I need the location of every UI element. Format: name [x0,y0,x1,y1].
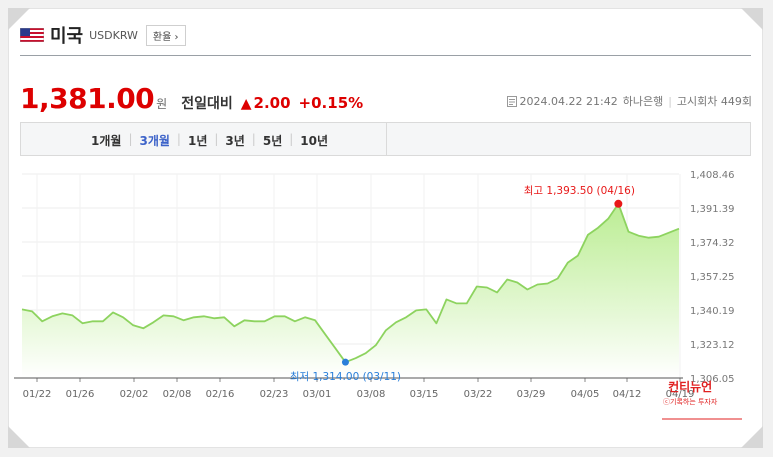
min-point [341,358,349,366]
x-tick-label: 03/22 [464,389,493,400]
y-tick-label: 1,323.12 [690,340,735,351]
y-tick-label: 1,408.46 [690,170,735,181]
price-area [22,203,679,378]
x-tick-label: 03/01 [303,389,332,400]
watermark: 컨티뉴언 ⓒ기록하는 투자자 [663,378,717,407]
x-tick-label: 01/26 [66,389,95,400]
x-tick-label: 04/05 [571,389,600,400]
min-label: 최저 1,314.00 (03/11) [290,371,401,383]
y-tick-label: 1,374.32 [690,238,735,249]
y-tick-label: 1,391.39 [690,204,735,215]
watermark-caption: ⓒ기록하는 투자자 [663,398,718,406]
x-tick-label: 03/29 [517,389,546,400]
exchange-rate-chart: 1,408.46 1,391.39 1,374.32 1,357.25 1,340.19… [14,170,742,420]
x-tick-label: 02/16 [206,389,235,400]
x-tick-label: 03/08 [357,389,386,400]
x-tick-label: 02/02 [120,389,149,400]
max-point [614,199,623,208]
x-tick-label: 04/12 [613,389,642,400]
y-tick-label: 1,357.25 [690,272,735,283]
y-tick-label: 1,340.19 [690,306,735,317]
x-tick-label: 02/08 [163,389,192,400]
x-tick-label: 03/15 [410,389,439,400]
watermark-title: 컨티뉴언 [668,380,713,394]
x-tick-label: 02/23 [260,389,289,400]
x-tick-label: 01/22 [23,389,52,400]
max-label: 최고 1,393.50 (04/16) [524,185,635,197]
